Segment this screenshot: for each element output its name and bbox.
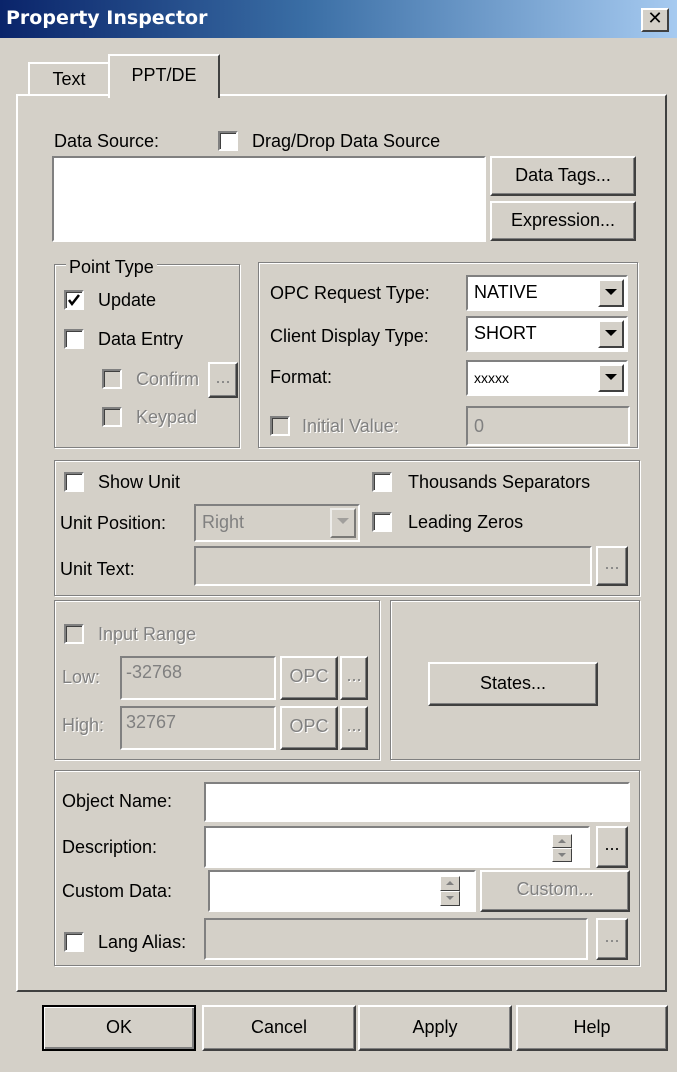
keypad-label: Keypad xyxy=(136,407,198,427)
data-source-field[interactable] xyxy=(52,156,486,242)
thousands-separators-label: Thousands Separators xyxy=(408,472,591,492)
description-field[interactable] xyxy=(204,826,590,868)
opc-request-type-label: OPC Request Type: xyxy=(270,283,430,303)
chevron-down-icon xyxy=(605,330,617,336)
input-range-checkbox[interactable] xyxy=(64,624,84,644)
initial-value-label: Initial Value: xyxy=(302,416,399,436)
spin-down-icon[interactable] xyxy=(440,891,460,906)
data-entry-label: Data Entry xyxy=(98,329,184,349)
spin-up-icon[interactable] xyxy=(552,834,572,848)
unit-position-dropdown[interactable] xyxy=(330,508,356,538)
chevron-down-icon xyxy=(605,289,617,295)
tab-text-label: Text xyxy=(52,69,86,89)
confirm-label: Confirm xyxy=(136,369,200,389)
format-dropdown[interactable] xyxy=(598,364,624,392)
lang-alias-checkbox[interactable] xyxy=(64,932,84,952)
tab-ppt-de-label: PPT/DE xyxy=(131,65,197,85)
keypad-checkbox[interactable] xyxy=(102,407,122,427)
high-more-button[interactable]: ... xyxy=(340,706,368,750)
unit-text-more-button[interactable]: ... xyxy=(596,546,628,586)
unit-position-label: Unit Position: xyxy=(60,513,167,533)
tab-ppt-de[interactable]: PPT/DE xyxy=(108,54,220,98)
update-checkbox[interactable] xyxy=(64,290,84,310)
initial-value-checkbox[interactable] xyxy=(270,416,290,436)
initial-value-field[interactable]: 0 xyxy=(466,406,630,446)
expression-button[interactable]: Expression... xyxy=(490,201,636,241)
description-label: Description: xyxy=(62,837,158,857)
show-unit-checkbox[interactable] xyxy=(64,472,84,492)
data-tags-button[interactable]: Data Tags... xyxy=(490,156,636,196)
object-name-label: Object Name: xyxy=(62,791,173,811)
drag-drop-label: Drag/Drop Data Source xyxy=(252,131,441,151)
unit-text-label: Unit Text: xyxy=(60,559,135,579)
states-button[interactable]: States... xyxy=(428,662,598,706)
low-opc-button[interactable]: OPC xyxy=(280,656,338,700)
spin-down-icon[interactable] xyxy=(552,848,572,862)
custom-data-field[interactable] xyxy=(208,870,476,912)
high-field[interactable]: 32767 xyxy=(120,706,276,750)
input-range-label: Input Range xyxy=(98,624,197,644)
client-display-type-label: Client Display Type: xyxy=(270,326,429,346)
checkmark-icon xyxy=(68,294,80,307)
help-button[interactable]: Help xyxy=(516,1005,668,1051)
description-spinner[interactable] xyxy=(552,834,572,862)
opc-request-type-dropdown[interactable] xyxy=(598,279,624,307)
apply-button[interactable]: Apply xyxy=(358,1005,512,1051)
chevron-down-icon xyxy=(605,374,617,380)
show-unit-label: Show Unit xyxy=(98,472,181,492)
custom-button[interactable]: Custom... xyxy=(480,870,630,912)
spin-up-icon[interactable] xyxy=(440,876,460,891)
lang-alias-more-button[interactable]: ... xyxy=(596,918,628,960)
data-source-label: Data Source: xyxy=(54,131,160,151)
confirm-more-button[interactable]: ... xyxy=(208,362,238,398)
data-entry-checkbox[interactable] xyxy=(64,329,84,349)
thousands-separators-checkbox[interactable] xyxy=(372,472,392,492)
chevron-down-icon xyxy=(337,518,349,524)
leading-zeros-checkbox[interactable] xyxy=(372,512,392,532)
window-title: Property Inspector xyxy=(6,7,208,29)
cancel-button[interactable]: Cancel xyxy=(202,1005,356,1051)
lang-alias-label: Lang Alias: xyxy=(98,932,187,952)
drag-drop-checkbox[interactable] xyxy=(218,131,238,151)
lang-alias-field[interactable] xyxy=(204,918,588,960)
custom-data-label: Custom Data: xyxy=(62,881,173,901)
client-display-type-dropdown[interactable] xyxy=(598,320,624,348)
update-label: Update xyxy=(98,290,157,310)
confirm-checkbox[interactable] xyxy=(102,369,122,389)
ok-button[interactable]: OK xyxy=(42,1005,196,1051)
description-more-button[interactable]: ... xyxy=(596,826,628,868)
high-label: High: xyxy=(62,715,105,735)
unit-text-field[interactable] xyxy=(194,546,592,586)
custom-data-spinner[interactable] xyxy=(440,876,460,906)
object-name-field[interactable] xyxy=(204,782,630,822)
close-button[interactable]: ✕ xyxy=(641,8,669,32)
high-opc-button[interactable]: OPC xyxy=(280,706,338,750)
point-type-legend: Point Type xyxy=(66,256,157,278)
tab-text[interactable]: Text xyxy=(28,62,110,96)
close-icon: ✕ xyxy=(647,8,663,29)
format-label: Format: xyxy=(270,367,333,387)
low-field[interactable]: -32768 xyxy=(120,656,276,700)
low-more-button[interactable]: ... xyxy=(340,656,368,700)
leading-zeros-label: Leading Zeros xyxy=(408,512,524,532)
low-label: Low: xyxy=(62,667,101,687)
